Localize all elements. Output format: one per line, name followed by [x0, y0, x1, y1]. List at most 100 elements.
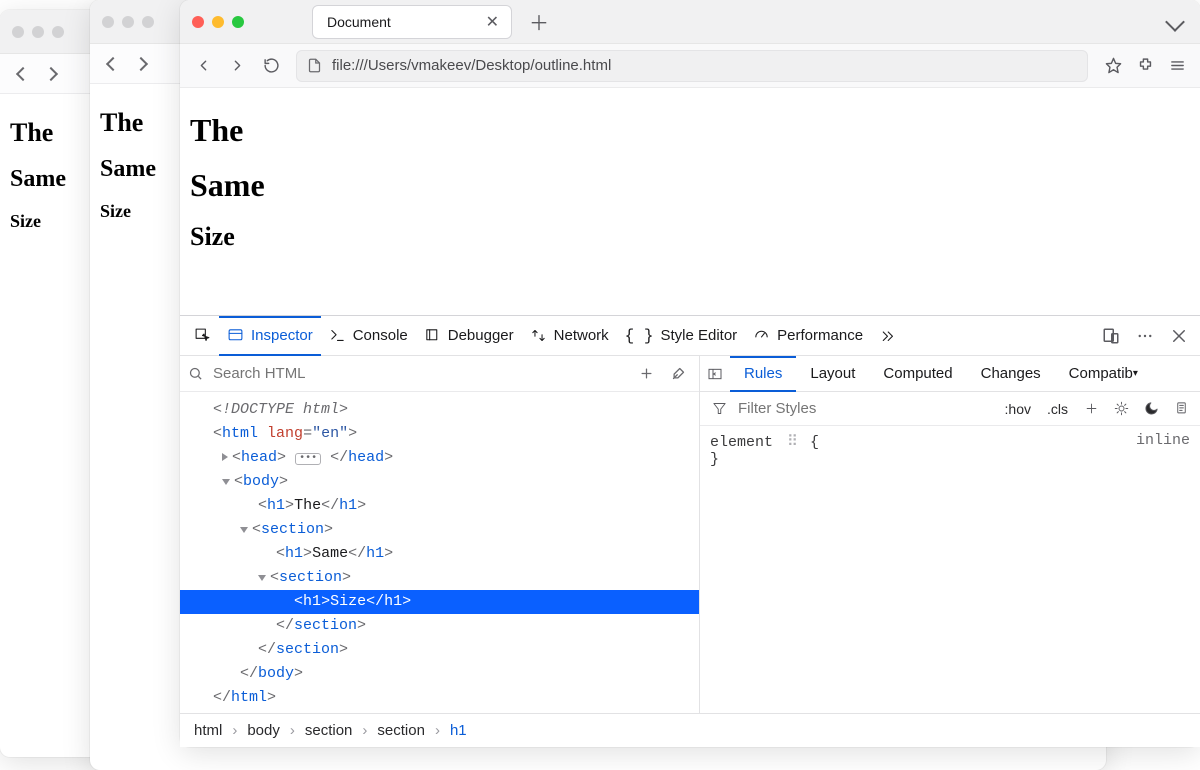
- light-scheme-button[interactable]: [1108, 396, 1134, 422]
- reload-button[interactable]: [256, 51, 286, 81]
- tree-body-open[interactable]: <body>: [180, 470, 699, 494]
- breadcrumb-item[interactable]: section: [377, 722, 425, 739]
- twisty-icon[interactable]: [240, 527, 248, 533]
- window-controls: [12, 26, 64, 38]
- add-rule-button[interactable]: [1078, 396, 1104, 422]
- chevron-right-icon: ›: [290, 722, 295, 739]
- devtools-tabbar: Inspector Console Debugger Network { } S…: [180, 316, 1200, 356]
- forward-button[interactable]: [222, 51, 252, 81]
- markup-tree[interactable]: <!DOCTYPE html> <html lang="en"> <head> …: [180, 392, 699, 713]
- extensions-button[interactable]: [1130, 51, 1160, 81]
- forward-icon[interactable]: [134, 56, 148, 70]
- breadcrumb-item-current[interactable]: h1: [450, 722, 467, 739]
- responsive-mode-button[interactable]: [1096, 321, 1126, 351]
- print-media-button[interactable]: [1168, 396, 1194, 422]
- zoom-window-icon[interactable]: [232, 16, 244, 28]
- tree-h1-size-selected[interactable]: <h1>Size</h1>: [180, 590, 699, 614]
- toggle-3pane-button[interactable]: [700, 366, 730, 382]
- drag-grip-icon[interactable]: ⠿: [782, 434, 801, 451]
- tab-changes[interactable]: Changes: [967, 356, 1055, 392]
- tabs-overflow-button[interactable]: [871, 316, 904, 356]
- tree-section1-open[interactable]: <section>: [180, 518, 699, 542]
- ellipsis-icon[interactable]: •••: [295, 453, 321, 465]
- file-icon: [307, 58, 322, 73]
- page-body: The Same Size: [180, 88, 1200, 276]
- browser-tab[interactable]: Document ✕: [312, 5, 512, 39]
- tab-console[interactable]: Console: [321, 316, 416, 356]
- minimize-window-icon[interactable]: [212, 16, 224, 28]
- eyedropper-button[interactable]: [665, 361, 691, 387]
- min-dot[interactable]: [32, 26, 44, 38]
- twisty-icon[interactable]: [258, 575, 266, 581]
- tabs-overflow-icon[interactable]: [1165, 12, 1185, 32]
- new-tab-button[interactable]: ＋: [524, 7, 554, 37]
- breadcrumb-item[interactable]: body: [247, 722, 280, 739]
- tab-computed[interactable]: Computed: [869, 356, 966, 392]
- window-controls: [102, 16, 154, 28]
- back-button[interactable]: [188, 51, 218, 81]
- breadcrumb-bar: html› body› section› section› h1: [180, 713, 1200, 747]
- filter-styles-input[interactable]: [736, 399, 995, 418]
- tab-performance[interactable]: Performance: [745, 316, 871, 356]
- tab-network-label: Network: [554, 327, 609, 344]
- pseudo-hov-button[interactable]: :hov: [999, 401, 1037, 417]
- add-node-button[interactable]: [633, 361, 659, 387]
- close-dot[interactable]: [12, 26, 24, 38]
- twisty-icon[interactable]: [222, 479, 230, 485]
- max-dot[interactable]: [142, 16, 154, 28]
- rules-tabbar: Rules Layout Computed Changes Compatib ▾: [700, 356, 1200, 392]
- tab-inspector[interactable]: Inspector: [219, 316, 321, 356]
- url-bar[interactable]: file:///Users/vmakeev/Desktop/outline.ht…: [296, 50, 1088, 82]
- tree-section2-close[interactable]: </section>: [180, 614, 699, 638]
- rules-panel: Rules Layout Computed Changes Compatib ▾…: [700, 356, 1200, 713]
- tree-html-close[interactable]: </html>: [180, 686, 699, 710]
- back-icon[interactable]: [106, 56, 120, 70]
- close-dot[interactable]: [102, 16, 114, 28]
- titlebar: Document ✕ ＋: [180, 0, 1200, 44]
- back-icon[interactable]: [16, 66, 30, 80]
- tree-doctype[interactable]: <!DOCTYPE html>: [213, 401, 348, 418]
- tree-head[interactable]: <head> ••• </head>: [180, 446, 699, 470]
- tab-rules[interactable]: Rules: [730, 356, 796, 392]
- pick-element-button[interactable]: [186, 316, 219, 356]
- main-window: Document ✕ ＋ file:///Users/vmakeev/Deskt…: [180, 0, 1200, 747]
- tab-inspector-label: Inspector: [251, 327, 313, 344]
- filter-icon: [706, 396, 732, 422]
- tree-html-open[interactable]: <html lang="en">: [180, 422, 699, 446]
- window-controls: [192, 16, 244, 28]
- dark-scheme-button[interactable]: [1138, 396, 1164, 422]
- breadcrumb-item[interactable]: section: [305, 722, 353, 739]
- twisty-icon[interactable]: [222, 453, 228, 461]
- min-dot[interactable]: [122, 16, 134, 28]
- tab-layout[interactable]: Layout: [796, 356, 869, 392]
- markup-searchbar: [180, 356, 699, 392]
- tab-performance-label: Performance: [777, 327, 863, 344]
- tree-body-close[interactable]: </body>: [180, 662, 699, 686]
- max-dot[interactable]: [52, 26, 64, 38]
- tree-section2-open[interactable]: <section>: [180, 566, 699, 590]
- element-selector-label: element: [710, 434, 773, 451]
- tab-style-editor[interactable]: { } Style Editor: [617, 316, 746, 356]
- pseudo-cls-button[interactable]: .cls: [1041, 401, 1074, 417]
- forward-icon[interactable]: [44, 66, 58, 80]
- markup-panel: <!DOCTYPE html> <html lang="en"> <head> …: [180, 356, 700, 713]
- app-menu-button[interactable]: [1162, 51, 1192, 81]
- bookmark-button[interactable]: [1098, 51, 1128, 81]
- search-html-input[interactable]: [211, 364, 625, 383]
- tab-compatibility[interactable]: Compatib ▾: [1055, 356, 1140, 392]
- tab-debugger-label: Debugger: [448, 327, 514, 344]
- tree-h1-the[interactable]: <h1>The</h1>: [180, 494, 699, 518]
- close-window-icon[interactable]: [192, 16, 204, 28]
- tree-section1-close[interactable]: </section>: [180, 638, 699, 662]
- tab-debugger[interactable]: Debugger: [416, 316, 522, 356]
- page-heading-2: Same: [190, 167, 1190, 204]
- rules-body[interactable]: element ⠿ { inline }: [700, 426, 1200, 713]
- breadcrumb-item[interactable]: html: [194, 722, 222, 739]
- tab-network[interactable]: Network: [522, 316, 617, 356]
- page-heading-1: The: [190, 112, 1190, 149]
- close-tab-icon[interactable]: ✕: [484, 12, 501, 32]
- tree-h1-same[interactable]: <h1>Same</h1>: [180, 542, 699, 566]
- tab-console-label: Console: [353, 327, 408, 344]
- devtools-menu-button[interactable]: [1130, 321, 1160, 351]
- devtools-close-button[interactable]: [1164, 321, 1194, 351]
